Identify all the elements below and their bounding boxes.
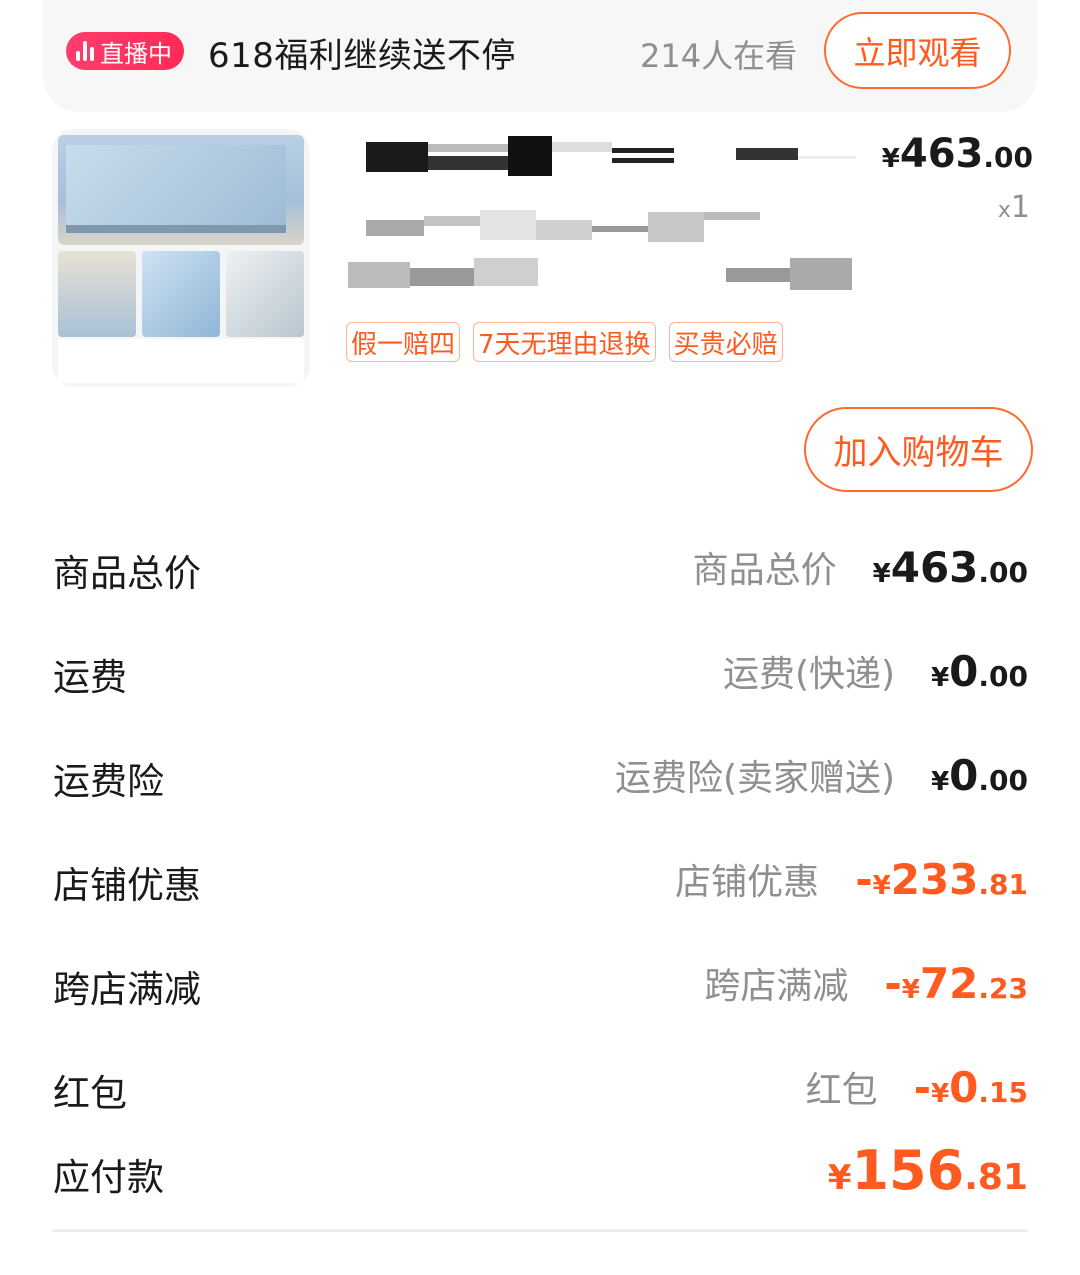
summary-label: 商品总价	[53, 552, 201, 595]
product-spec-redacted[interactable]	[348, 210, 852, 292]
summary-row-amount-due: 应付款 ¥156.81	[53, 1139, 1028, 1217]
tag-fake-compensation[interactable]: 假一赔四	[346, 322, 461, 362]
tag-price-guarantee[interactable]: 买贵必赔	[668, 322, 783, 362]
summary-row-cross-store-discount[interactable]: 跨店满减 跨店满减 -¥72.23	[53, 951, 1028, 1011]
summary-amount: ¥463.00	[872, 543, 1028, 592]
summary-sub: 商品总价	[692, 550, 837, 591]
divider	[52, 1229, 1028, 1232]
summary-sub: 运费(快递)	[722, 654, 896, 695]
live-signal-icon	[76, 41, 94, 61]
summary-label: 红包	[53, 1072, 127, 1115]
summary-label: 运费	[53, 656, 127, 699]
summary-row-store-discount[interactable]: 店铺优惠 店铺优惠 -¥233.81	[53, 847, 1028, 907]
summary-amount: -¥72.23	[884, 959, 1028, 1008]
summary-sub: 店铺优惠	[675, 862, 820, 903]
live-title[interactable]: 618福利继续送不停	[208, 28, 516, 77]
viewer-count: 214人在看	[640, 37, 798, 75]
product-quantity: x1	[997, 190, 1030, 225]
amount-due-value: ¥156.81	[827, 1139, 1028, 1202]
watch-now-button[interactable]: 立即观看	[824, 12, 1011, 89]
summary-label: 店铺优惠	[53, 864, 201, 907]
live-badge-label: 直播中	[100, 39, 172, 68]
summary-amount: ¥0.00	[931, 751, 1028, 800]
product-thumbnail[interactable]	[52, 129, 310, 387]
service-tags: 假一赔四 7天无理由退换 买贵必赔	[346, 322, 783, 362]
summary-row-shipping[interactable]: 运费 运费(快递) ¥0.00	[53, 639, 1028, 699]
summary-row-shipping-insurance[interactable]: 运费险 运费险(卖家赠送) ¥0.00	[53, 743, 1028, 803]
amount-due-label: 应付款	[53, 1156, 164, 1199]
summary-label: 跨店满减	[53, 968, 201, 1011]
summary-amount: -¥233.81	[855, 855, 1028, 904]
summary-row-item-total: 商品总价 商品总价 ¥463.00	[53, 535, 1028, 595]
tag-7day-return[interactable]: 7天无理由退换	[473, 322, 656, 362]
summary-sub: 运费险(卖家赠送)	[614, 758, 896, 799]
summary-label: 运费险	[53, 760, 164, 803]
product-title-redacted[interactable]	[366, 136, 856, 178]
summary-amount: -¥0.15	[913, 1063, 1028, 1112]
summary-amount: ¥0.00	[931, 647, 1028, 696]
live-badge: 直播中	[66, 32, 184, 70]
summary-sub: 红包	[805, 1070, 878, 1111]
product-price: ¥463.00	[881, 131, 1033, 177]
summary-sub: 跨店满减	[704, 966, 849, 1007]
summary-row-red-packet[interactable]: 红包 红包 -¥0.15	[53, 1055, 1028, 1115]
add-to-cart-button[interactable]: 加入购物车	[804, 407, 1033, 492]
